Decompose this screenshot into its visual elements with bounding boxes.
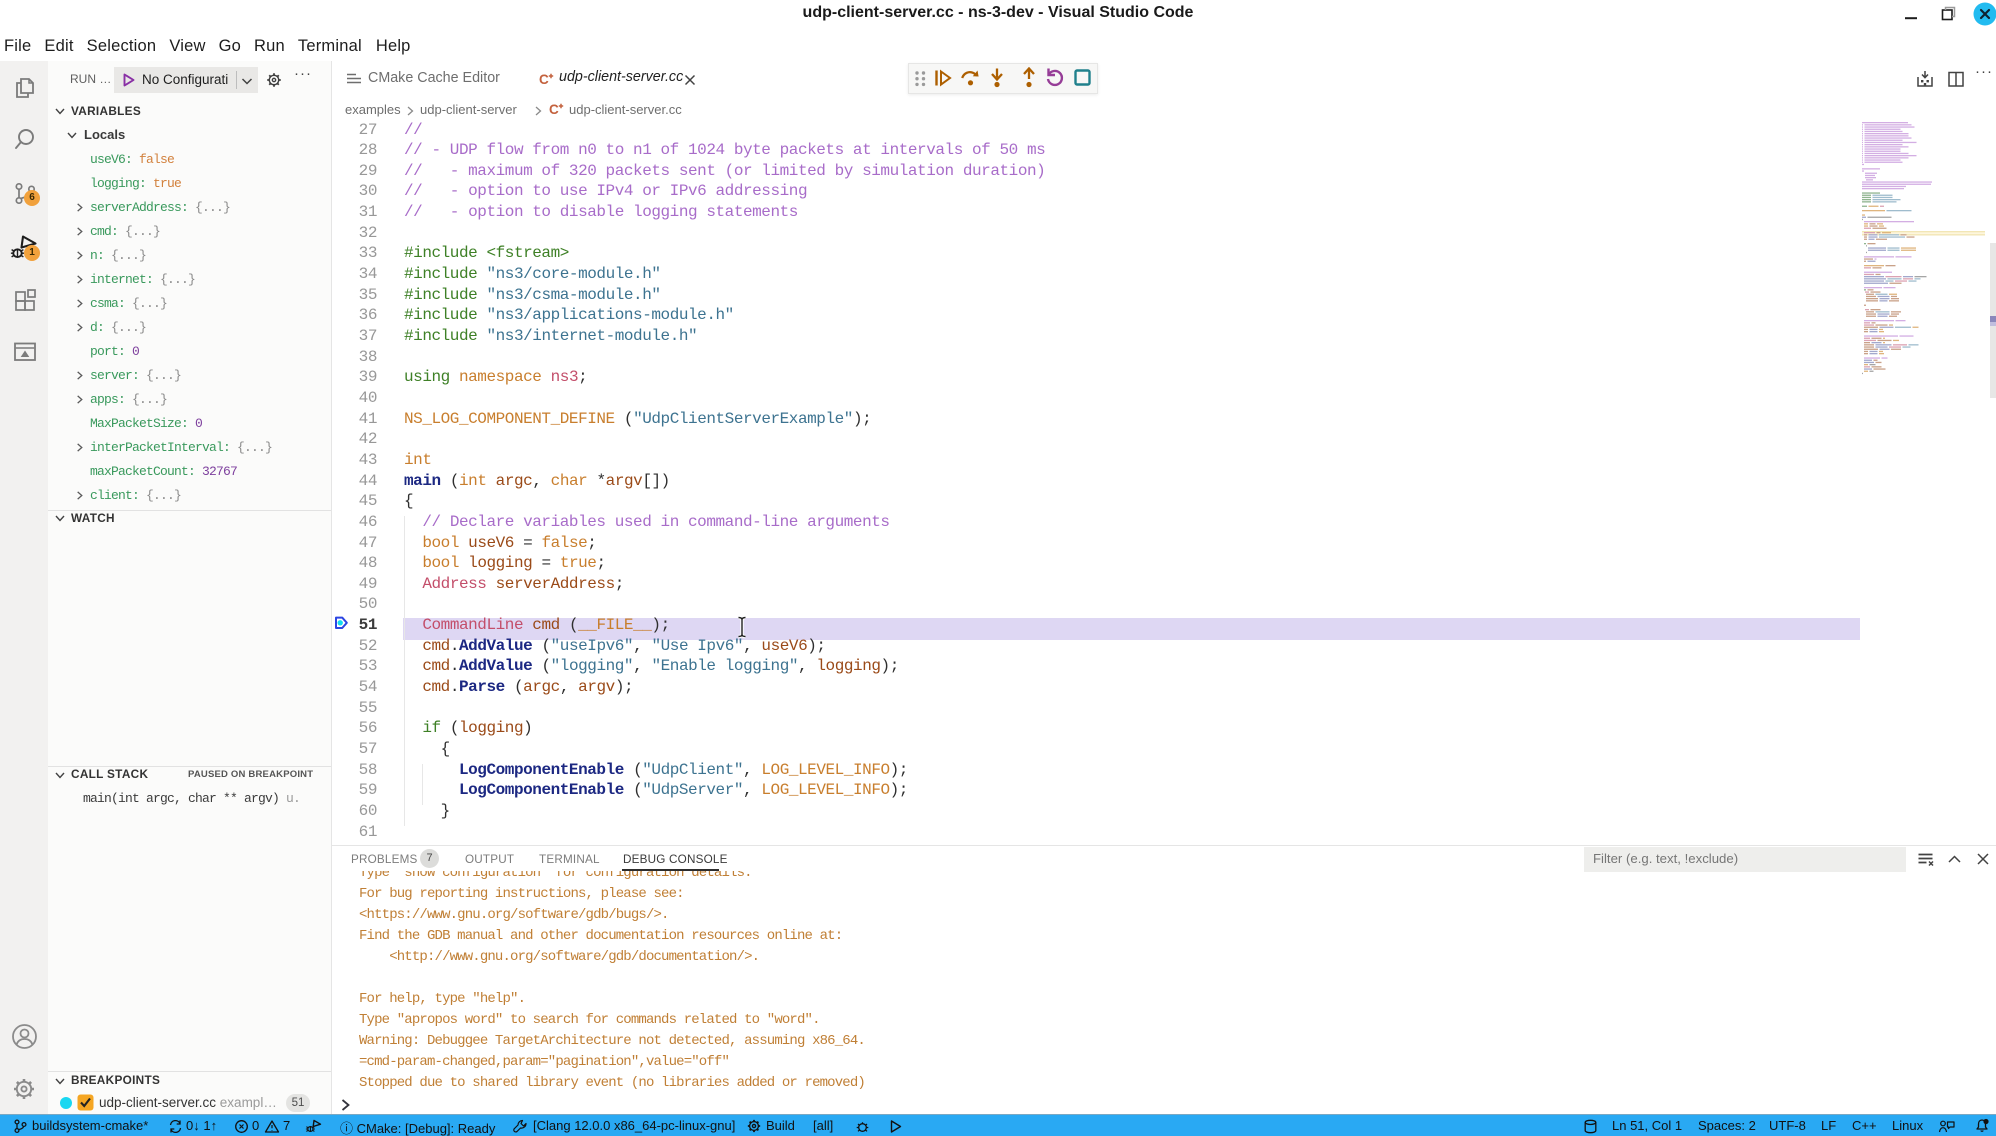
svg-text:C: C	[539, 72, 549, 87]
svg-text:C: C	[549, 102, 559, 117]
